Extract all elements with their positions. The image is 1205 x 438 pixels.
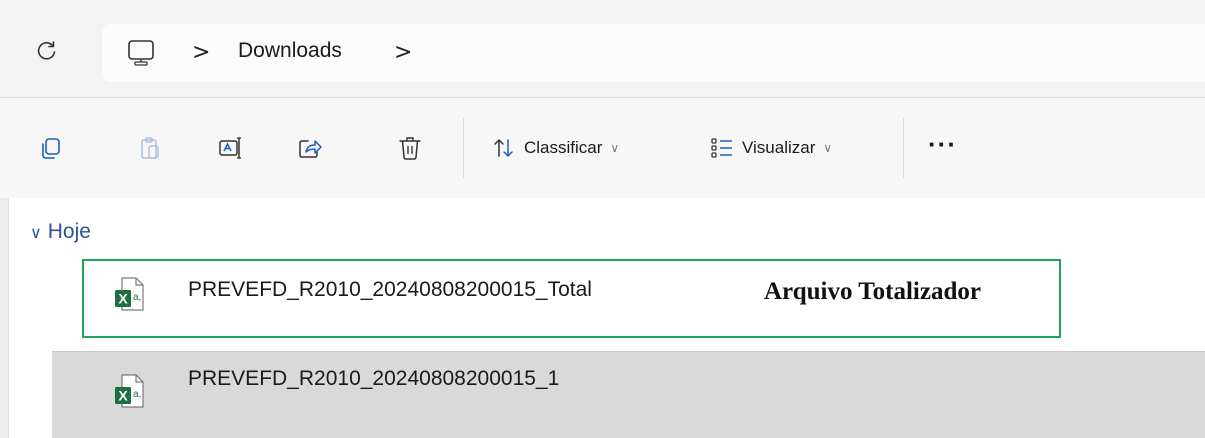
navigation-pane <box>0 198 8 438</box>
toolbar-separator <box>903 118 904 178</box>
chevron-down-icon: ∨ <box>30 222 42 242</box>
chevron-down-icon: ∨ <box>610 141 620 155</box>
sort-label: Classificar <box>524 138 603 157</box>
annotation-label: Arquivo Totalizador <box>764 278 981 305</box>
copy-icon <box>42 138 60 159</box>
file-name: PREVEFD_R2010_20240808200015_1 <box>188 367 560 390</box>
excel-file-icon: X a, <box>115 374 144 408</box>
share-icon <box>299 140 322 158</box>
row-divider <box>52 351 1205 352</box>
svg-text:X: X <box>118 388 128 404</box>
group-header-label: Hoje <box>47 220 91 243</box>
command-bar: Classificar ∨ Visualizar ∨ ··· <box>0 98 1205 198</box>
delete-icon <box>399 137 421 160</box>
view-label: Visualizar <box>742 138 816 157</box>
group-header-today[interactable]: ∨ Hoje <box>30 220 91 244</box>
refresh-icon <box>37 41 56 60</box>
rename-icon <box>219 137 241 159</box>
refresh-button[interactable] <box>30 34 64 68</box>
file-explorer-window: > Downloads > Classificar ∨ Visualizar ∨… <box>0 0 1205 438</box>
paste-icon <box>141 137 159 159</box>
address-bar-row: > Downloads > <box>0 0 1205 98</box>
rename-button[interactable] <box>216 134 244 162</box>
file-row-selected[interactable]: X a, PREVEFD_R2010_20240808200015_1 <box>52 351 1205 438</box>
delete-button[interactable] <box>396 134 424 162</box>
breadcrumb-downloads[interactable]: Downloads <box>238 39 342 63</box>
breadcrumb-separator[interactable]: > <box>192 40 210 65</box>
sort-icon <box>494 139 513 157</box>
toolbar-separator <box>463 118 464 178</box>
this-pc-icon[interactable] <box>126 39 160 69</box>
view-list-icon <box>711 138 732 158</box>
copy-button[interactable] <box>36 134 64 162</box>
view-button[interactable]: Visualizar ∨ <box>710 132 832 164</box>
svg-text:a,: a, <box>133 389 141 400</box>
sort-button[interactable]: Classificar ∨ <box>492 132 619 164</box>
paste-button[interactable] <box>136 134 164 162</box>
breadcrumb-separator[interactable]: > <box>394 40 412 65</box>
address-box[interactable]: > Downloads > <box>102 24 1205 82</box>
chevron-down-icon: ∨ <box>823 141 833 155</box>
more-options-button[interactable]: ··· <box>928 131 957 157</box>
share-button[interactable] <box>296 134 324 162</box>
